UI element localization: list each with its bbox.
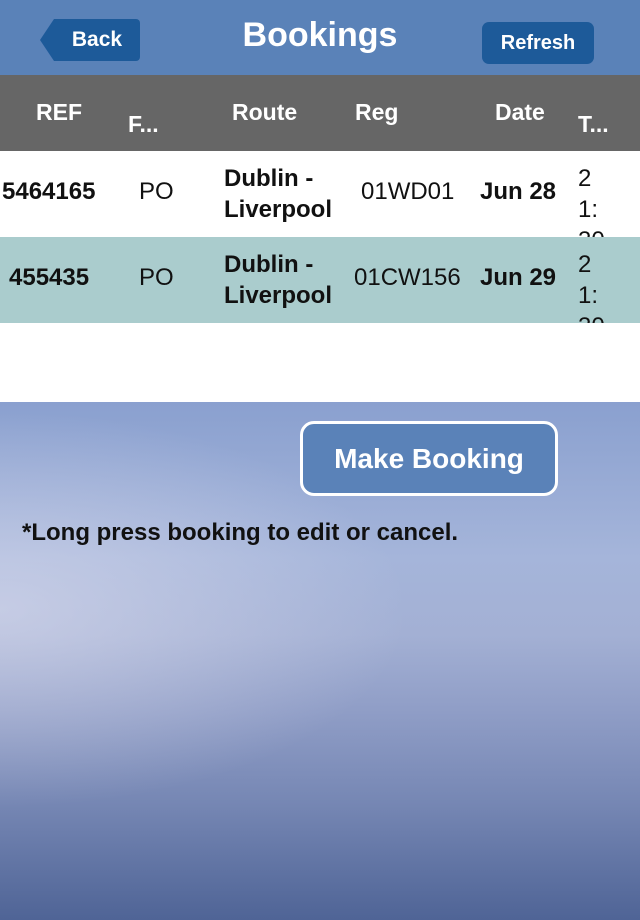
booking-route: Dublin - Liverpool [224, 251, 333, 309]
booking-row[interactable]: 5464165 PO Dublin - Liverpool 01WD01 Jun… [0, 151, 640, 254]
column-header-route[interactable]: Route [232, 99, 297, 126]
refresh-button[interactable]: Refresh [482, 22, 594, 64]
booking-f: PO [139, 178, 174, 205]
long-press-hint: *Long press booking to edit or cancel. [22, 519, 459, 546]
column-header-ref[interactable]: REF [36, 99, 82, 126]
booking-f: PO [139, 264, 174, 291]
booking-row[interactable]: 455435 PO Dublin - Liverpool 01CW156 Jun… [0, 237, 640, 340]
table-empty-area [0, 323, 640, 403]
table-header: REF F... Route Reg Date T... [0, 75, 640, 151]
booking-ref: 455435 [9, 264, 90, 291]
booking-date: Jun 29 [480, 264, 557, 291]
column-header-time[interactable]: T... [578, 111, 609, 138]
column-header-date[interactable]: Date [495, 99, 545, 126]
column-header-reg[interactable]: Reg [355, 99, 398, 126]
booking-reg: 01CW156 [354, 264, 461, 291]
booking-route: Dublin - Liverpool [224, 165, 333, 223]
make-booking-button[interactable]: Make Booking [300, 421, 558, 496]
booking-reg: 01WD01 [361, 178, 455, 205]
booking-ref: 5464165 [2, 178, 96, 205]
column-header-f[interactable]: F... [128, 111, 159, 138]
booking-date: Jun 28 [480, 178, 557, 205]
navigation-bar: Back Bookings Refresh [0, 0, 640, 75]
